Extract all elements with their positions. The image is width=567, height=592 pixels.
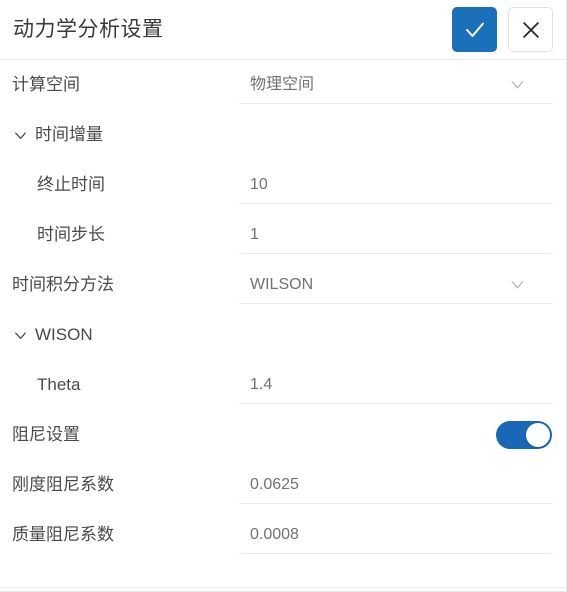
label-text: 计算空间 xyxy=(12,75,80,94)
input-stiffness-damping-coefficient[interactable]: 0.0625 xyxy=(238,466,554,504)
label-text: WISON xyxy=(35,325,93,344)
cancel-button[interactable] xyxy=(508,7,553,52)
field-value-mass-damping-coefficient: 0.0008 xyxy=(250,525,299,543)
select-compute-space[interactable]: 物理空间 xyxy=(238,66,554,104)
chevron-down-icon[interactable] xyxy=(507,275,527,295)
bottom-divider xyxy=(0,587,566,588)
field-end-time: 10 xyxy=(238,166,554,204)
check-icon xyxy=(463,18,487,42)
label-text: 阻尼设置 xyxy=(12,425,80,444)
field-stiffness-damping-coefficient: 0.0625 xyxy=(238,466,554,504)
field-value-end-time: 10 xyxy=(250,175,268,193)
field-value-stiffness-damping-coefficient: 0.0625 xyxy=(250,475,299,493)
settings-row-time-step: 时间步长 1 xyxy=(0,210,566,260)
field-value-compute-space: 物理空间 xyxy=(250,75,315,93)
input-time-step[interactable]: 1 xyxy=(238,216,554,254)
field-compute-space: 物理空间 xyxy=(238,66,554,104)
row-label-end-time: 终止时间 xyxy=(12,174,105,196)
settings-row-damping-settings: 阻尼设置 xyxy=(0,410,566,460)
chevron-down-icon[interactable] xyxy=(507,75,527,95)
row-label-theta: Theta xyxy=(12,374,80,396)
row-label-mass-damping-coefficient: 质量阻尼系数 xyxy=(12,524,114,546)
settings-row-theta: Theta 1.4 xyxy=(0,360,566,410)
page-title: 动力学分析设置 xyxy=(13,17,164,41)
toggle-damping-settings[interactable] xyxy=(496,421,552,449)
input-mass-damping-coefficient[interactable]: 0.0008 xyxy=(238,516,554,554)
settings-row-stiffness-damping-coefficient: 刚度阻尼系数 0.0625 xyxy=(0,460,566,510)
header-actions xyxy=(452,7,553,52)
label-text: 终止时间 xyxy=(37,175,105,194)
label-text: Theta xyxy=(37,375,81,394)
field-time-step: 1 xyxy=(238,216,554,254)
settings-row-compute-space: 计算空间 物理空间 xyxy=(0,60,566,110)
field-theta: 1.4 xyxy=(238,366,554,404)
label-text: 时间增量 xyxy=(35,125,103,144)
settings-row-time-increment: 时间增量 xyxy=(0,110,566,160)
field-value-time-integration-method: WILSON xyxy=(250,275,314,293)
chevron-down-icon xyxy=(12,127,28,143)
settings-row-wison: WISON xyxy=(0,310,566,360)
field-mass-damping-coefficient: 0.0008 xyxy=(238,516,554,554)
label-text: 刚度阻尼系数 xyxy=(12,475,114,494)
settings-form: 计算空间 物理空间时间增量终止时间 10 时间步长 1 时间积分方法 WILSON WISON… xyxy=(0,60,566,591)
label-text: 质量阻尼系数 xyxy=(12,525,114,544)
settings-row-mass-damping-coefficient: 质量阻尼系数 0.0008 xyxy=(0,510,566,560)
row-label-time-increment[interactable]: 时间增量 xyxy=(12,124,103,146)
row-label-stiffness-damping-coefficient: 刚度阻尼系数 xyxy=(12,474,114,496)
close-icon xyxy=(520,19,542,41)
field-value-time-step: 1 xyxy=(250,225,259,243)
field-value-theta: 1.4 xyxy=(250,375,273,393)
row-label-damping-settings: 阻尼设置 xyxy=(12,424,80,446)
panel-header: 动力学分析设置 xyxy=(0,0,566,60)
toggle-knob xyxy=(526,423,550,447)
input-end-time[interactable]: 10 xyxy=(238,166,554,204)
input-theta[interactable]: 1.4 xyxy=(238,366,554,404)
row-label-compute-space: 计算空间 xyxy=(12,74,80,96)
label-text: 时间步长 xyxy=(37,225,105,244)
row-label-time-integration-method: 时间积分方法 xyxy=(12,274,114,296)
row-label-wison[interactable]: WISON xyxy=(12,324,93,346)
row-label-time-step: 时间步长 xyxy=(12,224,105,246)
select-time-integration-method[interactable]: WILSON xyxy=(238,266,554,304)
field-time-integration-method: WILSON xyxy=(238,266,554,304)
settings-row-time-integration-method: 时间积分方法 WILSON xyxy=(0,260,566,310)
toggle-wrap-damping-settings xyxy=(496,410,552,460)
label-text: 时间积分方法 xyxy=(12,275,114,294)
dynamics-analysis-settings-panel: 动力学分析设置 计算空间 物理空间时间增量终止时间 10 时间步长 1 时间积分方法 xyxy=(0,0,567,592)
chevron-down-icon xyxy=(12,327,28,343)
confirm-button[interactable] xyxy=(452,7,497,52)
settings-row-end-time: 终止时间 10 xyxy=(0,160,566,210)
